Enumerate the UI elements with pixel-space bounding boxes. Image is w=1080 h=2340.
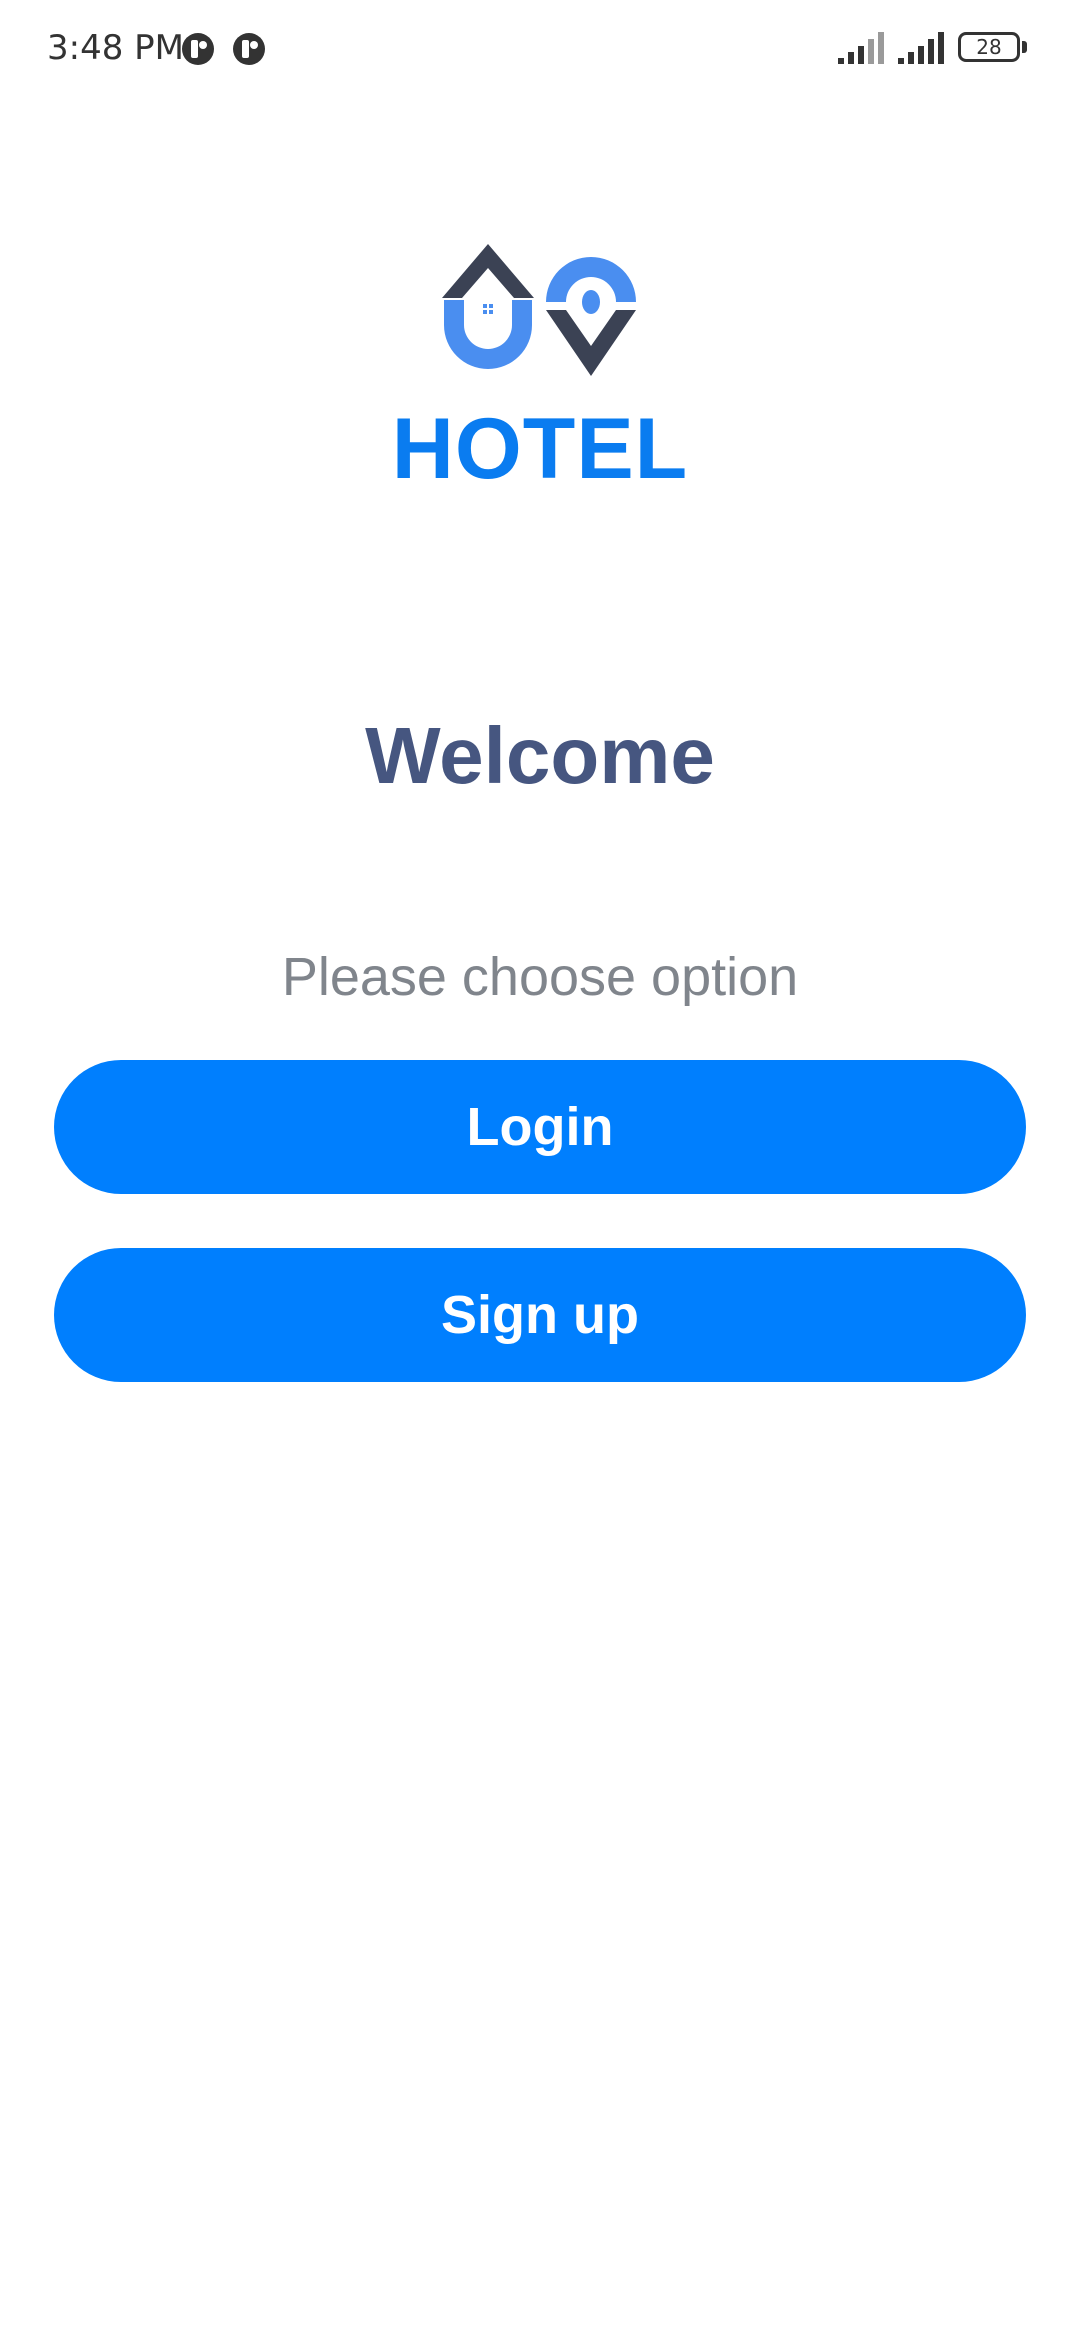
login-button[interactable]: Login [54, 1060, 1026, 1194]
choose-option-subtitle: Please choose option [281, 947, 799, 1007]
signup-button[interactable]: Sign up [54, 1248, 1026, 1382]
hotel-logo-icon [442, 244, 636, 376]
brand-name: HOTEL [391, 401, 689, 497]
status-time: 3:48 PM [47, 28, 184, 68]
app-notification-icon [182, 33, 214, 65]
welcome-title: Welcome [365, 711, 715, 800]
cellular-signal-icon [838, 32, 884, 64]
status-bar: 3:48 PM 28 [0, 0, 1080, 100]
cellular-signal-icon [898, 32, 944, 64]
battery-icon: 28 [958, 32, 1020, 62]
app-notification-icon [233, 33, 265, 65]
battery-tip [1022, 41, 1027, 53]
battery-level: 28 [976, 35, 1002, 59]
